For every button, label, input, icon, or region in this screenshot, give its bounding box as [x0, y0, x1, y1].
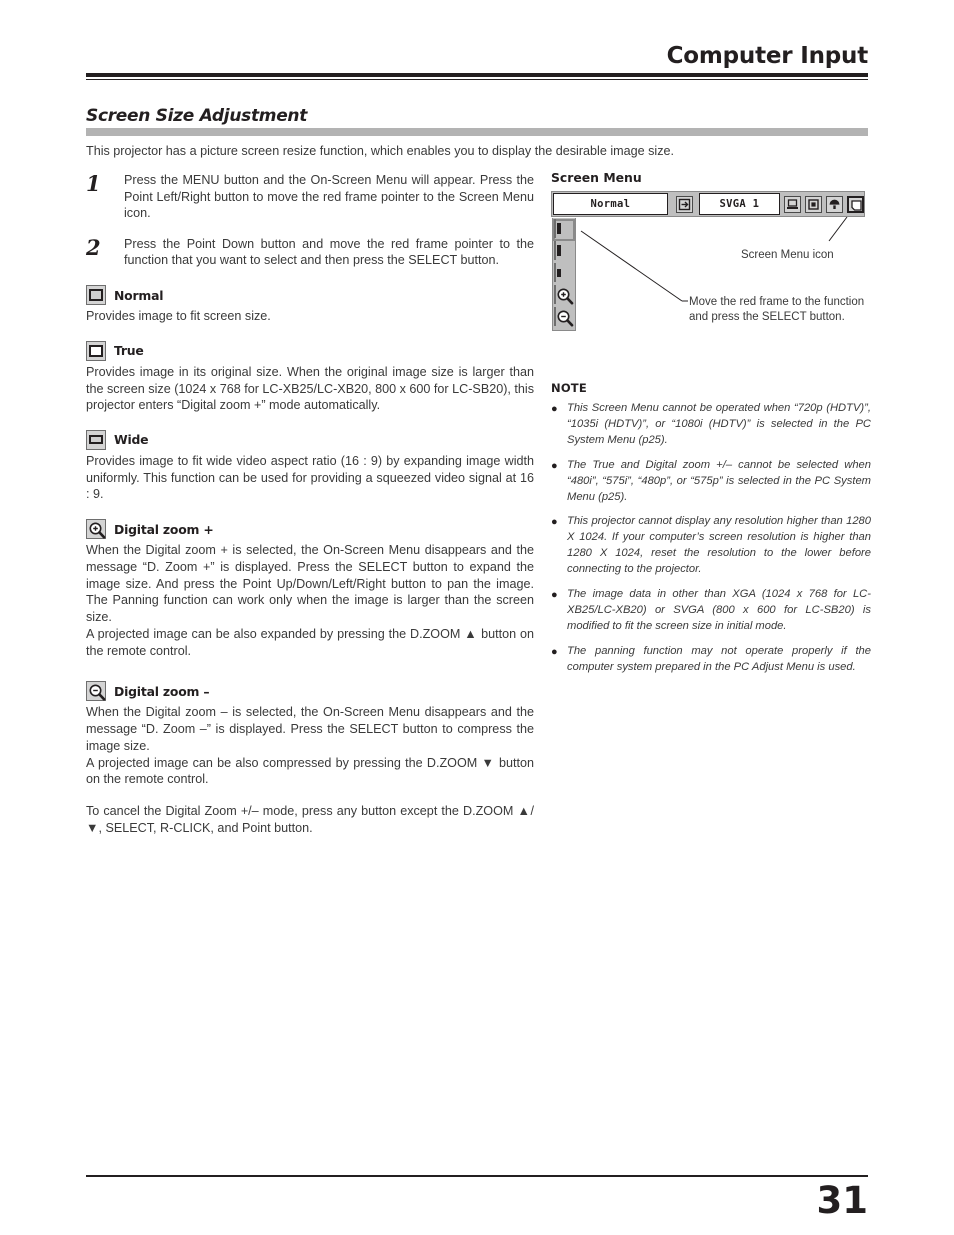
feature-true: True Provides image in its original size…: [86, 340, 534, 414]
feature-digital-zoom-minus-body: When the Digital zoom – is selected, the…: [86, 704, 534, 788]
pc-system-icon[interactable]: [784, 195, 801, 213]
menu-mode-field: Normal: [553, 193, 668, 215]
screen-menu-diagram-label: Screen Menu: [551, 170, 642, 185]
feature-digital-zoom-minus: Digital zoom – When the Digital zoom – i…: [86, 681, 534, 788]
cancel-zoom-note: To cancel the Digital Zoom +/– mode, pre…: [86, 804, 534, 835]
screen-menu-icon[interactable]: [847, 195, 864, 213]
screen-normal-icon: [86, 285, 106, 306]
feature-normal-heading: Normal: [86, 285, 534, 306]
feature-normal-p1: Provides image to fit screen size.: [86, 309, 271, 324]
note-bullet-icon: ●: [551, 516, 558, 529]
screen-normal-icon: [554, 219, 561, 238]
feature-true-p1: Provides image in its original size. Whe…: [86, 364, 535, 413]
feature-wide: Wide Provides image to fit wide video as…: [86, 429, 534, 503]
feature-normal: Normal Provides image to fit screen size…: [86, 285, 534, 325]
screen-menu-diagram: Normal SVGA 1 Screen Menu icon Move the …: [551, 191, 871, 351]
note-item: ● The image data in other than XGA (1024…: [551, 587, 871, 635]
callout-move-red-frame: Move the red frame to the function and p…: [689, 296, 865, 323]
feature-true-label: True: [114, 343, 144, 359]
feature-wide-body: Provides image to fit wide video aspect …: [86, 453, 534, 503]
on-screen-menu-bar: Normal SVGA 1: [551, 191, 865, 217]
note-bullet-icon: ●: [551, 645, 558, 658]
strip-item-normal[interactable]: [553, 219, 575, 241]
image-adjust-icon[interactable]: [826, 195, 843, 213]
step-1-number: 1: [86, 171, 101, 196]
section-intro: This projector has a picture screen resi…: [86, 144, 675, 158]
feature-wide-label: Wide: [114, 432, 149, 448]
digital-zoom-minus-icon: [554, 307, 574, 327]
step-2-number: 2: [86, 234, 101, 260]
screen-wide-icon: [554, 263, 561, 282]
step-2-text: Press the Point Down button and move the…: [124, 236, 534, 268]
note-bullet-icon: ●: [551, 459, 558, 472]
feature-normal-body: Provides image to fit screen size.: [86, 308, 534, 325]
note-item: ● This projector cannot display any reso…: [551, 514, 871, 578]
page-number: 31: [816, 1179, 869, 1222]
feature-digital-zoom-plus-body: When the Digital zoom + is selected, the…: [86, 542, 534, 659]
digital-zoom-plus-icon: [554, 285, 574, 305]
feature-digital-zoom-plus-p1: When the Digital zoom + is selected, the…: [86, 543, 534, 625]
note-item-text: This Screen Menu cannot be operated when…: [567, 402, 871, 446]
digital-zoom-minus-icon: [86, 681, 106, 702]
step-1-text: Press the MENU button and the On-Screen …: [124, 173, 534, 221]
screen-wide-icon: [86, 429, 106, 450]
screen-menu-icon-strip: [552, 218, 576, 331]
input-source-icon[interactable]: [675, 195, 693, 213]
page-title: Computer Input: [666, 43, 869, 69]
strip-item-true[interactable]: [554, 241, 574, 262]
digital-zoom-plus-icon: [86, 519, 106, 540]
screen-true-icon: [86, 340, 106, 361]
strip-item-digital-zoom-minus[interactable]: [554, 307, 574, 328]
feature-digital-zoom-plus-p2: A projected image can be also expanded b…: [86, 626, 534, 658]
left-column: 1 Press the MENU button and the On-Scree…: [86, 172, 534, 836]
feature-digital-zoom-minus-heading: Digital zoom –: [86, 681, 534, 702]
feature-true-body: Provides image in its original size. Whe…: [86, 364, 534, 414]
note-item-text: The panning function may not operate pro…: [567, 644, 871, 673]
page-header: Computer Input: [86, 43, 869, 81]
note-block: NOTE ● This Screen Menu cannot be operat…: [551, 381, 871, 676]
note-item: ● This Screen Menu cannot be operated wh…: [551, 401, 871, 449]
note-bullet-icon: ●: [551, 403, 558, 415]
header-rule-thin: [86, 79, 868, 81]
feature-digital-zoom-minus-label: Digital zoom –: [114, 683, 210, 699]
feature-digital-zoom-plus-label: Digital zoom +: [114, 521, 214, 537]
step-2: 2 Press the Point Down button and move t…: [86, 236, 534, 269]
note-item: ● The panning function may not operate p…: [551, 644, 871, 676]
note-item: ● The True and Digital zoom +/– cannot b…: [551, 458, 871, 506]
feature-digital-zoom-minus-p1: When the Digital zoom – is selected, the…: [86, 705, 534, 753]
screen-true-icon: [554, 241, 561, 260]
callout-screen-menu-icon: Screen Menu icon: [741, 249, 834, 261]
header-rule-thick: [86, 73, 868, 78]
section-title: Screen Size Adjustment: [86, 106, 308, 126]
note-title: NOTE: [551, 381, 587, 395]
feature-wide-heading: Wide: [86, 429, 534, 450]
footer-rule: [86, 1175, 868, 1177]
feature-digital-zoom-plus-heading: Digital zoom +: [86, 519, 534, 540]
note-item-text: The True and Digital zoom +/– cannot be …: [567, 458, 871, 503]
feature-wide-p1: Provides image to fit wide video aspect …: [86, 453, 534, 502]
menu-system-field: SVGA 1: [698, 193, 780, 215]
note-item-text: This projector cannot display any resolu…: [567, 515, 871, 576]
feature-digital-zoom-plus: Digital zoom + When the Digital zoom + i…: [86, 519, 534, 659]
feature-digital-zoom-minus-p2: A projected image can be also compressed…: [86, 755, 534, 787]
image-select-icon[interactable]: [805, 195, 822, 213]
right-column: Screen Menu Normal SVGA 1 Screen Menu ic…: [551, 170, 871, 685]
note-bullet-icon: ●: [551, 589, 558, 602]
note-item-text: The image data in other than XGA (1024 x…: [567, 588, 871, 632]
section-divider-bar: [86, 128, 868, 136]
strip-item-digital-zoom-plus[interactable]: [554, 285, 574, 306]
step-1: 1 Press the MENU button and the On-Scree…: [86, 172, 534, 222]
feature-true-heading: True: [86, 340, 534, 361]
feature-normal-label: Normal: [114, 287, 164, 303]
strip-item-wide[interactable]: [554, 263, 574, 284]
